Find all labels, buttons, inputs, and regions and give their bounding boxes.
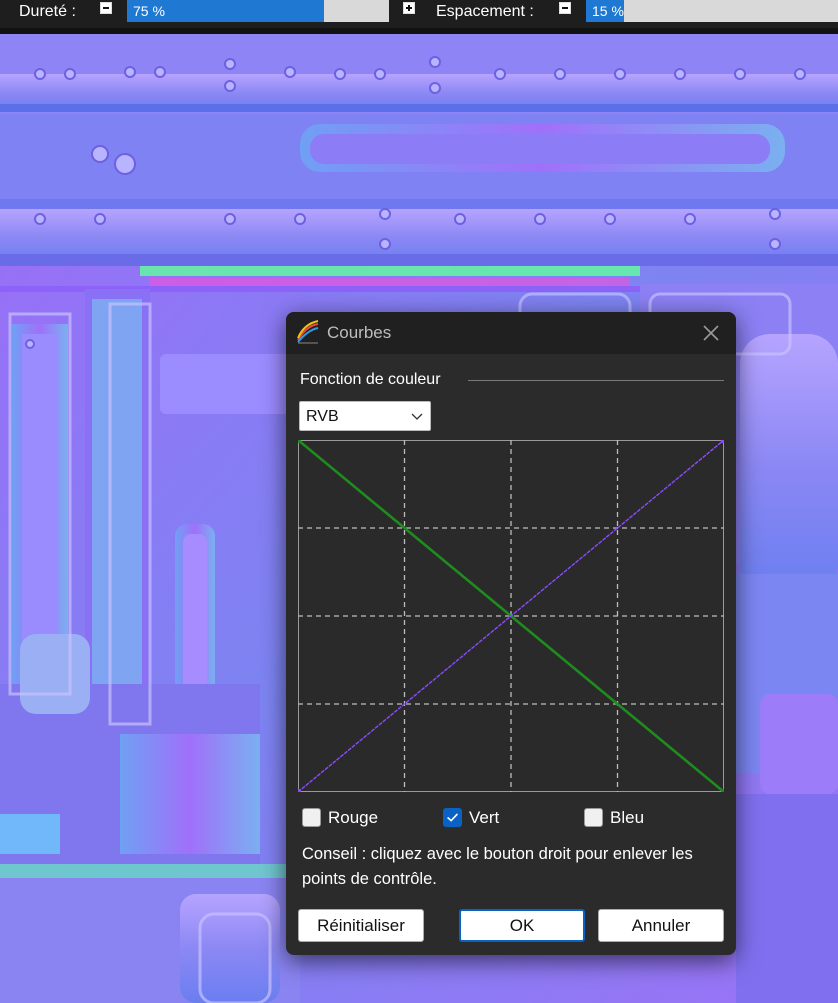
rgb-curve-control-point bbox=[298, 789, 301, 792]
spacing-slider[interactable]: 15 % bbox=[586, 0, 838, 22]
green-curve-control-point bbox=[298, 440, 301, 443]
checkbox-rouge[interactable] bbox=[302, 808, 321, 827]
checkbox-label-vert: Vert bbox=[469, 808, 500, 827]
channel-select-value: RVB bbox=[306, 408, 339, 425]
channel-select[interactable]: RVB bbox=[299, 401, 431, 431]
chevron-down-icon bbox=[411, 413, 423, 420]
hardness-increase-button[interactable] bbox=[403, 2, 415, 14]
spacing-decrease-button[interactable] bbox=[559, 2, 571, 14]
curves-graph[interactable] bbox=[298, 440, 724, 792]
hint-text: Conseil : cliquez avec le bouton droit p… bbox=[302, 845, 693, 888]
checkbox-label-rouge: Rouge bbox=[328, 808, 379, 827]
dialog-title: Courbes bbox=[327, 323, 392, 342]
checkbox-label-bleu: Bleu bbox=[610, 808, 645, 827]
curves-dialog: Courbes Fonction de couleur RVB Rouge Ver… bbox=[286, 312, 736, 955]
section-divider bbox=[468, 380, 724, 381]
green-curve-control-point bbox=[721, 789, 724, 792]
checkmark-icon bbox=[447, 813, 459, 822]
checkbox-vert[interactable] bbox=[443, 808, 462, 827]
ok-button[interactable]: OK bbox=[459, 909, 585, 942]
cancel-button[interactable]: Annuler bbox=[598, 909, 724, 942]
spacing-value: 15 % bbox=[592, 3, 624, 19]
brush-toolbar: Dureté : 75 % Espacement : 15 % bbox=[0, 0, 838, 28]
rgb-curve-control-point bbox=[721, 440, 724, 443]
hardness-slider[interactable]: 75 % bbox=[127, 0, 389, 22]
hardness-label: Dureté : bbox=[19, 3, 76, 20]
color-function-label: Fonction de couleur bbox=[300, 371, 441, 388]
curves-app-icon bbox=[297, 320, 319, 344]
close-icon[interactable] bbox=[698, 320, 724, 346]
spacing-label: Espacement : bbox=[436, 3, 534, 20]
hardness-decrease-button[interactable] bbox=[100, 2, 112, 14]
checkbox-bleu[interactable] bbox=[584, 808, 603, 827]
hardness-value: 75 % bbox=[133, 3, 165, 19]
dialog-titlebar[interactable]: Courbes bbox=[286, 312, 736, 354]
reset-button[interactable]: Réinitialiser bbox=[298, 909, 424, 942]
